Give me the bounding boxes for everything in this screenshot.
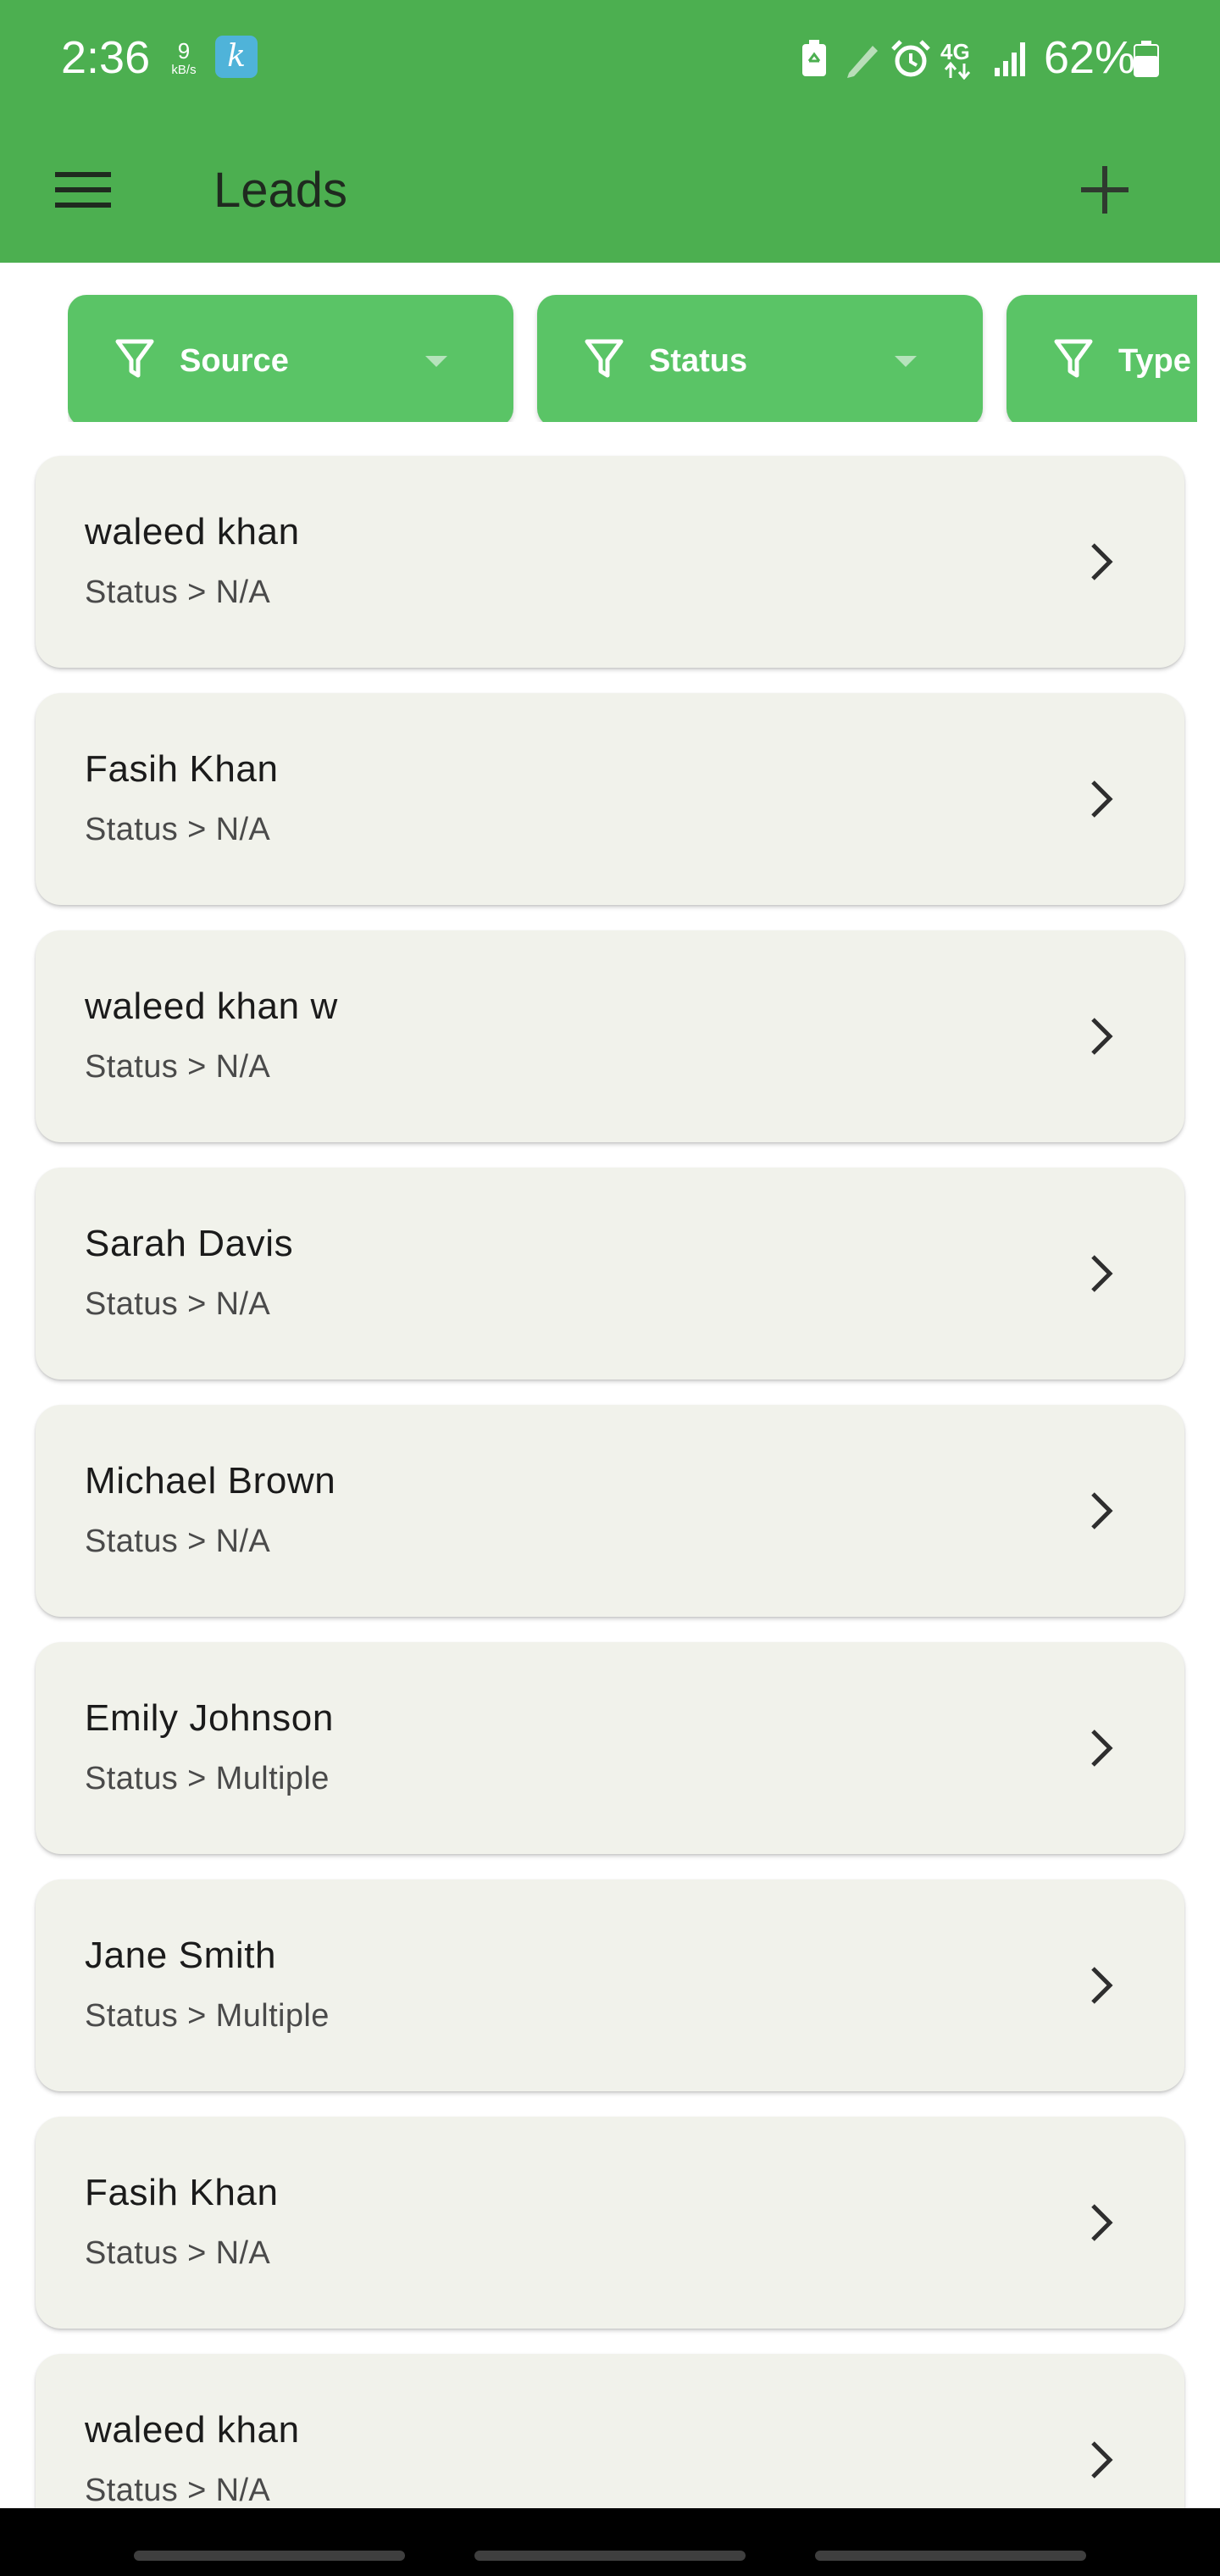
lead-name: Michael Brown (85, 1460, 336, 1502)
4g-data-icon: 4G (940, 37, 986, 80)
lead-status: Status > Multiple (85, 1761, 330, 1796)
filter-type-label: Type (1118, 343, 1191, 379)
filter-source-label: Source (180, 343, 289, 379)
app-bar: 2:36 9 kB/s k 4G 62% Leads (0, 0, 1220, 263)
lead-status: Status > N/A (85, 2235, 271, 2271)
network-label: 4G (940, 39, 970, 64)
nav-back-handle[interactable] (815, 2551, 1086, 2561)
pencil-icon (842, 37, 881, 80)
system-nav-bar (0, 2508, 1220, 2576)
chevron-right-icon (1091, 1492, 1113, 1530)
filter-icon (115, 339, 154, 378)
chevron-down-icon (425, 356, 447, 367)
battery-icon (1132, 37, 1161, 80)
chevron-down-icon (895, 356, 917, 367)
lead-card[interactable]: Emily Johnson Status > Multiple (36, 1642, 1184, 1854)
add-lead-button[interactable] (1064, 149, 1145, 230)
lead-card[interactable]: Fasih Khan Status > N/A (36, 2117, 1184, 2329)
filter-status-label: Status (649, 343, 748, 379)
battery-saver-icon (800, 37, 829, 80)
lead-status: Status > N/A (85, 575, 271, 610)
chevron-right-icon (1091, 780, 1113, 818)
lead-status: Status > N/A (85, 812, 271, 847)
network-speed-value: 9 (177, 38, 191, 64)
filter-source-dropdown[interactable]: Source (68, 295, 513, 422)
filter-status-dropdown[interactable]: Status (537, 295, 983, 422)
chevron-right-icon (1091, 1255, 1113, 1292)
lead-name: waleed khan w (85, 985, 338, 1027)
status-bar: 2:36 9 kB/s k 4G 62% (0, 0, 1220, 119)
signal-icon (993, 37, 1032, 80)
page-title: Leads (214, 163, 348, 218)
lead-name: Fasih Khan (85, 2172, 279, 2213)
lead-card[interactable]: waleed khan w Status > N/A (36, 930, 1184, 1142)
lead-card[interactable]: Fasih Khan Status > N/A (36, 693, 1184, 905)
lead-status: Status > N/A (85, 1286, 271, 1322)
lead-card[interactable]: Michael Brown Status > N/A (36, 1405, 1184, 1617)
lead-name: waleed khan (85, 511, 300, 552)
lead-card[interactable]: waleed khan Status > N/A (36, 2354, 1184, 2508)
lead-name: Emily Johnson (85, 1697, 334, 1739)
nav-home-handle[interactable] (474, 2551, 746, 2561)
alarm-icon (890, 37, 932, 80)
chevron-right-icon (1091, 1018, 1113, 1055)
lead-card[interactable]: Jane Smith Status > Multiple (36, 1879, 1184, 2091)
lead-name: Jane Smith (85, 1935, 277, 1976)
menu-icon (55, 172, 111, 208)
lead-status: Status > N/A (85, 1049, 271, 1085)
chevron-right-icon (1091, 543, 1113, 580)
chevron-right-icon (1091, 1967, 1113, 2004)
filter-icon (1054, 339, 1093, 378)
filter-type-dropdown[interactable]: Type (1006, 295, 1197, 422)
lead-status: Status > N/A (85, 1524, 271, 1559)
filter-bar: Source Status Type (0, 263, 1220, 441)
status-time: 2:36 (61, 32, 151, 83)
lead-card[interactable]: Sarah Davis Status > N/A (36, 1168, 1184, 1380)
chevron-right-icon (1091, 2204, 1113, 2241)
filter-scroll[interactable]: Source Status Type (68, 286, 1197, 422)
battery-percent: 62% (1044, 32, 1136, 83)
chevron-right-icon (1091, 2441, 1113, 2479)
network-speed-unit: kB/s (171, 63, 197, 77)
filter-icon (585, 339, 624, 378)
lead-card[interactable]: waleed khan Status > N/A (36, 456, 1184, 668)
plus-icon (1081, 166, 1128, 214)
nav-recents-handle[interactable] (134, 2551, 405, 2561)
menu-button[interactable] (42, 149, 124, 230)
network-speed: 9 kB/s (164, 39, 203, 78)
lead-name: Sarah Davis (85, 1223, 294, 1264)
lead-name: waleed khan (85, 2409, 300, 2451)
chevron-right-icon (1091, 1729, 1113, 1767)
toolbar: Leads (0, 119, 1220, 263)
app-notification-icon: k (215, 36, 258, 78)
lead-status: Status > N/A (85, 2473, 271, 2508)
lead-name: Fasih Khan (85, 748, 279, 790)
leads-list[interactable]: waleed khan Status > N/A Fasih Khan Stat… (0, 441, 1220, 2508)
lead-status: Status > Multiple (85, 1998, 330, 2034)
